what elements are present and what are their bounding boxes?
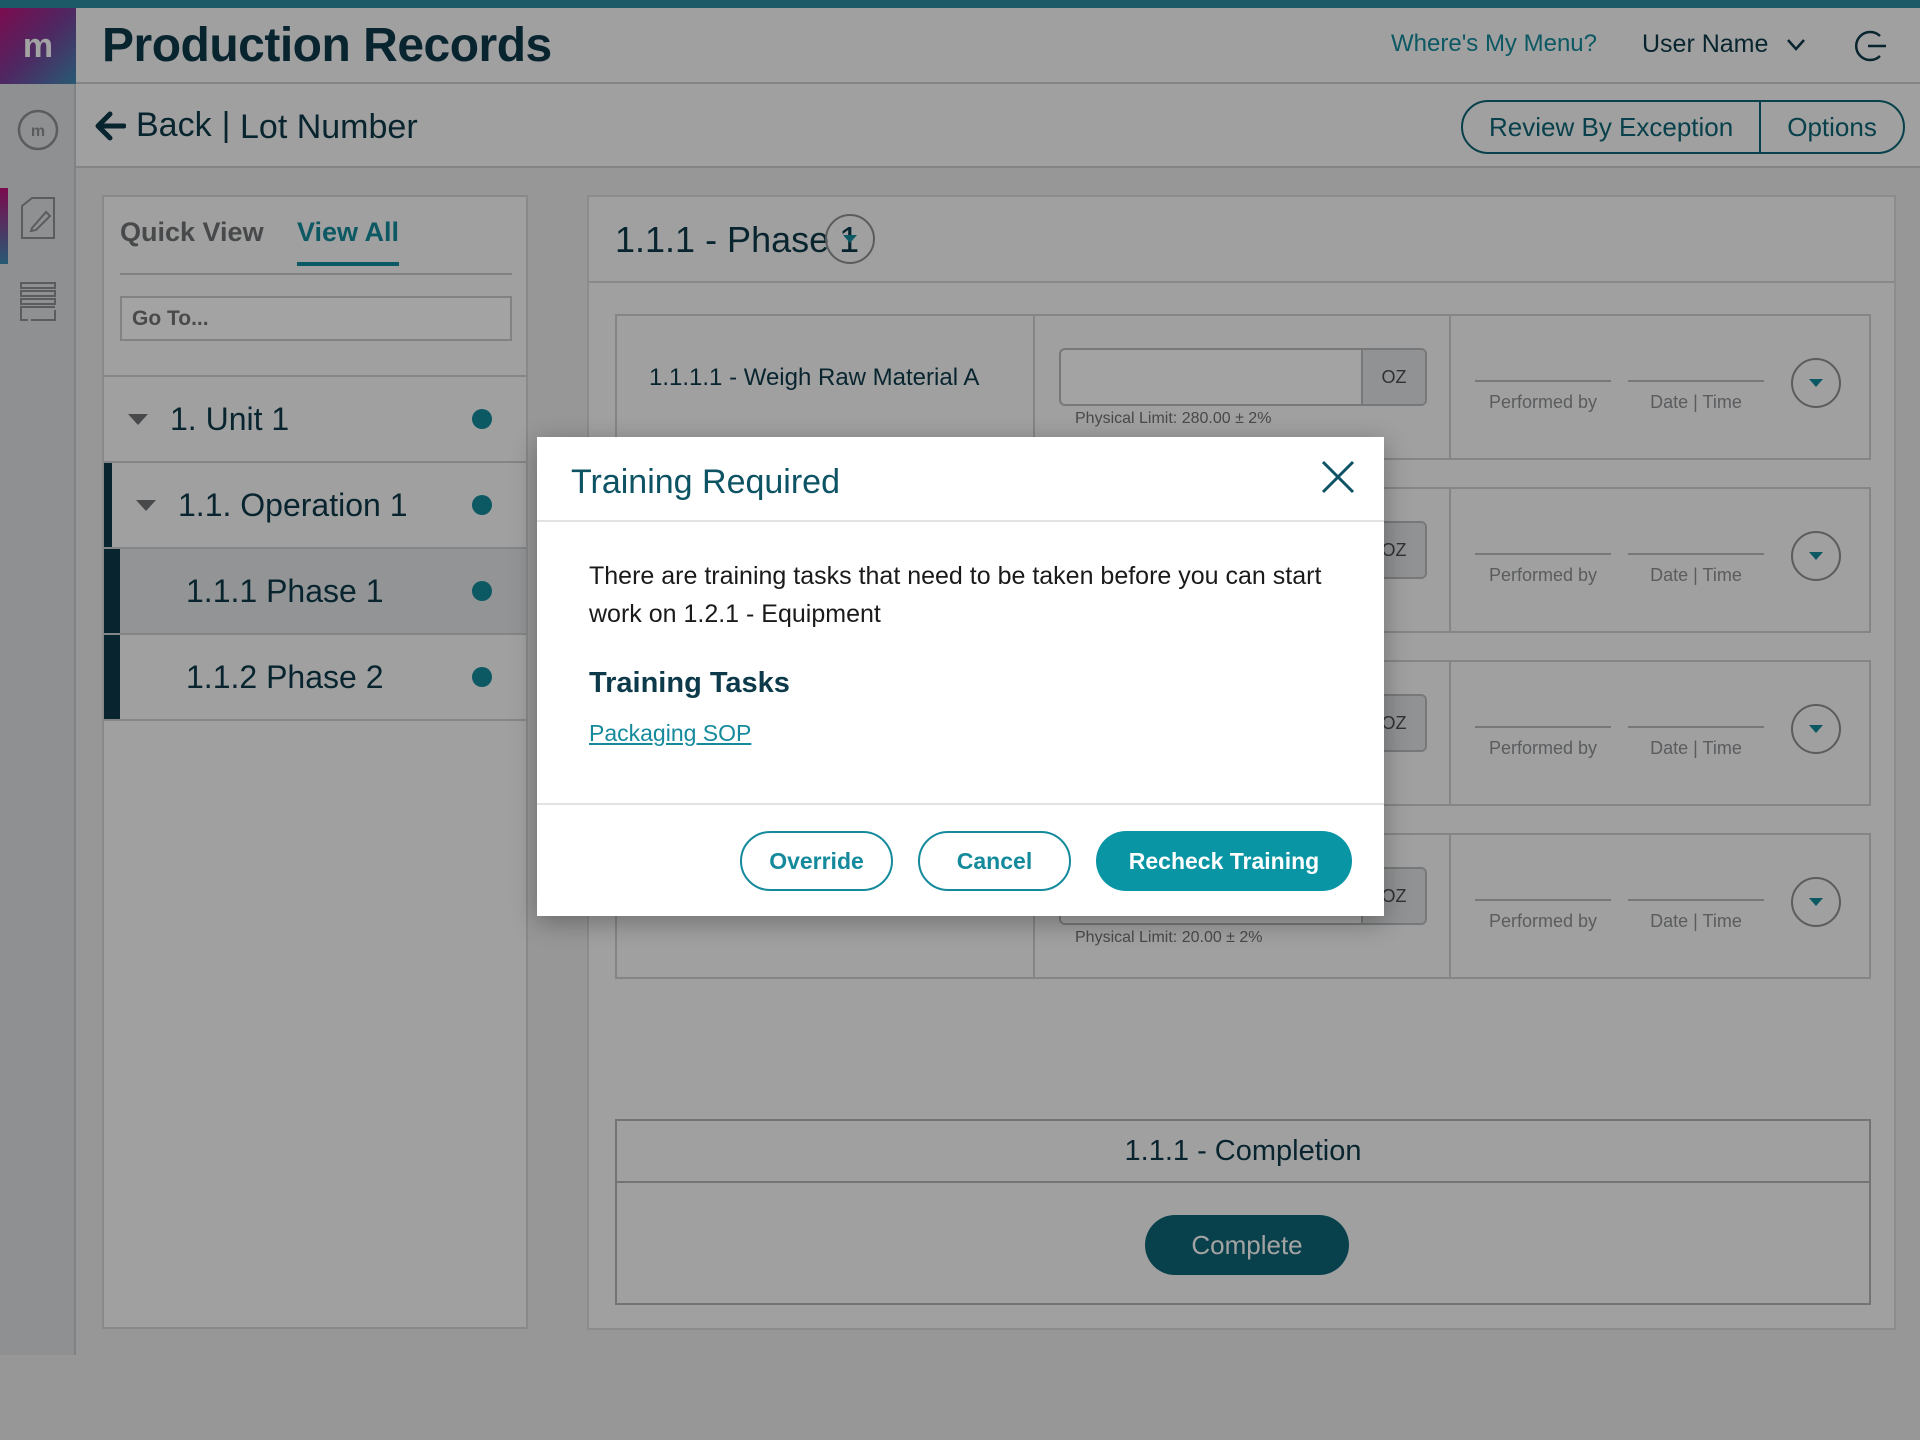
dialog-body: There are training tasks that need to be… [589, 557, 1349, 747]
cancel-button[interactable]: Cancel [918, 831, 1071, 891]
training-tasks-heading: Training Tasks [589, 667, 790, 699]
dialog-header: Training Required [537, 437, 1384, 522]
override-button[interactable]: Override [740, 831, 893, 891]
recheck-training-button[interactable]: Recheck Training [1096, 831, 1352, 891]
dialog-footer: Override Cancel Recheck Training [537, 803, 1384, 916]
training-required-dialog: Training Required There are training tas… [537, 437, 1384, 916]
dialog-title: Training Required [571, 463, 840, 501]
close-icon[interactable] [1318, 457, 1358, 497]
dialog-message: There are training tasks that need to be… [589, 562, 1322, 628]
training-task-link[interactable]: Packaging SOP [589, 720, 751, 747]
